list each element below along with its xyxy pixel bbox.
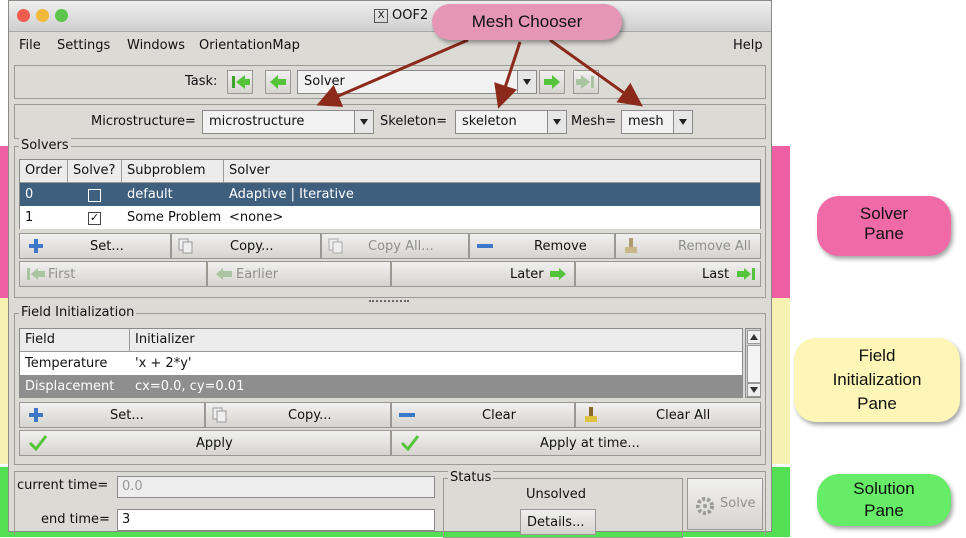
- solver-pane-callout: Solver Pane: [817, 196, 951, 256]
- arrow-to-microstructure: [316, 38, 469, 107]
- solution-pane-callout-line1: Solution: [853, 479, 915, 498]
- arrow-to-skeleton: [494, 41, 522, 109]
- field-pane-callout: Field Initialization Pane: [794, 338, 960, 422]
- solver-pane-callout-line1: Solver: [859, 204, 909, 223]
- annotation-arrows: [316, 38, 643, 109]
- field-pane-callout-line1: Field: [858, 346, 896, 365]
- mesh-chooser-callout: Mesh Chooser: [432, 4, 622, 40]
- solver-pane-callout-line2: Pane: [864, 224, 904, 243]
- solution-pane-callout: Solution Pane: [817, 474, 951, 526]
- field-pane-callout-line3: Pane: [857, 394, 897, 413]
- solution-pane-callout-line2: Pane: [864, 501, 904, 520]
- field-pane-callout-line2: Initialization: [832, 370, 922, 389]
- arrow-to-mesh: [549, 38, 643, 107]
